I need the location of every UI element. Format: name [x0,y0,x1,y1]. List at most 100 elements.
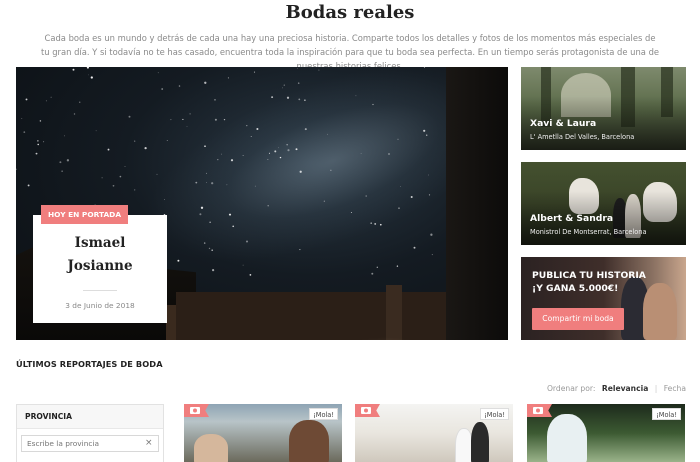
star [209,221,211,223]
star [245,240,249,243]
star [396,265,399,267]
clear-icon[interactable]: × [145,437,153,450]
star [250,135,252,137]
wedding-tile-albert-sandra[interactable]: Albert & Sandra Monistrol De Montserrat,… [521,162,686,245]
star [249,274,252,276]
star [50,96,52,98]
star [283,84,285,86]
guest-figure [194,434,228,462]
star [59,161,62,164]
star [144,146,147,150]
star [410,195,413,199]
camera-icon [527,404,552,417]
star [297,68,298,69]
star [267,159,269,160]
star [43,141,45,143]
star [423,129,426,132]
star [186,126,188,127]
wedding-tile-xavi-laura[interactable]: Xavi & Laura L' Ametlla Del Valles, Barc… [521,67,686,150]
province-filter: PROVINCIA × [16,404,164,462]
mola-badge[interactable]: ¡Mola! [309,408,338,420]
star [372,103,374,106]
camera-icon [355,404,380,417]
star [423,67,426,68]
star [330,169,332,171]
star [73,113,76,115]
star [323,200,325,202]
province-filter-heading: PROVINCIA [17,405,163,429]
star [230,159,234,162]
wedding-card[interactable]: ¡Mola! [184,404,342,462]
tower-silhouette [446,67,508,340]
star [426,134,428,136]
star [431,254,433,256]
star [90,76,93,79]
star [374,222,377,225]
star [204,81,207,84]
star [212,269,215,272]
star [271,96,274,99]
star [267,205,269,207]
star [177,259,180,262]
star [297,82,300,84]
sort-option-fecha[interactable]: Fecha [664,384,686,393]
featured-divider [83,290,117,291]
star [211,249,214,252]
guest-figure [289,420,329,462]
star [327,133,329,135]
star [178,85,181,87]
province-input[interactable] [21,435,159,452]
mola-badge[interactable]: ¡Mola! [652,408,681,420]
featured-date: 3 de Junio de 2018 [65,301,135,310]
star [182,118,184,120]
wedding-card[interactable]: ¡Mola! [527,404,685,462]
star [254,185,256,187]
tile-location: L' Ametlla Del Valles, Barcelona [530,133,635,141]
star [170,119,172,121]
star [95,130,97,132]
page-title: Bodas reales [285,2,415,23]
share-wedding-button[interactable]: Compartir mi boda [532,308,624,330]
star [119,175,122,178]
star [278,147,279,149]
featured-name-2: Josianne [67,258,133,274]
star [304,128,307,131]
star [253,71,256,73]
star [397,138,399,140]
star [35,152,38,155]
star [79,101,81,103]
star [134,140,136,142]
star [217,158,219,161]
mola-badge[interactable]: ¡Mola! [480,408,509,420]
star [268,152,271,154]
star [370,222,372,224]
star [279,156,282,159]
star [226,184,228,186]
star [203,242,206,244]
star [365,195,367,197]
star [242,264,244,266]
star [27,184,30,187]
star [318,69,320,71]
sort-separator: | [654,384,658,393]
star [376,266,378,268]
featured-couple-names[interactable]: Ismael Josianne [33,232,167,278]
star [101,177,103,179]
wedding-card[interactable]: ¡Mola! [355,404,513,462]
star [107,148,110,151]
star [398,207,400,209]
star [221,153,222,155]
star [355,95,357,97]
star [128,115,131,118]
star [214,118,217,121]
star [400,186,401,187]
latest-reports-heading: ÚLTIMOS REPORTAJES DE BODA [16,359,163,369]
star [37,143,39,146]
sort-option-relevancia[interactable]: Relevancia [602,384,648,393]
star [157,72,159,74]
promo-tile[interactable]: PUBLICA TU HISTORIA ¡Y GANA 5.000€! Comp… [521,257,686,340]
bride-veil [547,414,587,462]
tile-couple-names: Albert & Sandra [530,213,614,224]
star [204,145,206,147]
star [428,174,429,176]
